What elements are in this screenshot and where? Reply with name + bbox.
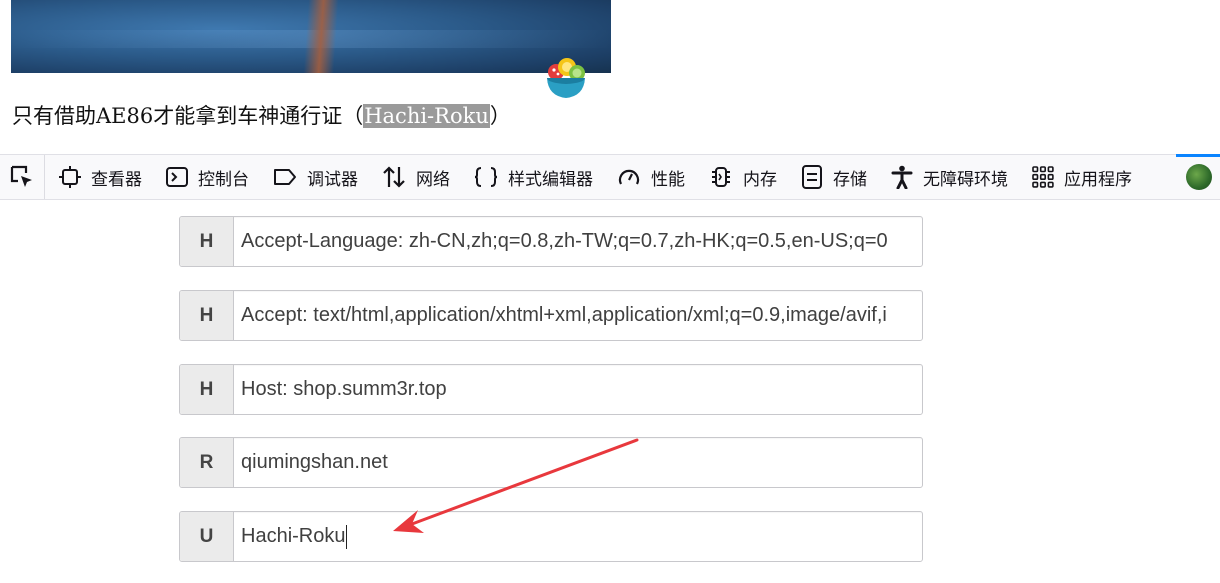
header-value-input[interactable]: Accept-Language: zh-CN,zh;q=0.8,zh-TW;q=… <box>234 217 922 266</box>
header-value-input[interactable]: Host: shop.summ3r.top <box>234 365 922 414</box>
row-type-badge: U <box>180 512 234 561</box>
banner-image <box>11 0 611 73</box>
tab-label: 网络 <box>416 169 450 190</box>
header-value-input[interactable]: Accept: text/html,application/xhtml+xml,… <box>234 291 922 340</box>
row-type-badge: H <box>180 291 234 340</box>
tab-label: 内存 <box>743 169 777 190</box>
tab-debugger[interactable]: 调试器 <box>261 155 370 199</box>
devtools-toolbar: 查看器 控制台 调试器 网络 样式编辑器 性能 内存 存储 无障碍环境 应用程序 <box>0 154 1220 200</box>
extension-icon[interactable] <box>1186 164 1212 190</box>
tab-label: 无障碍环境 <box>923 169 1008 190</box>
banner-streak <box>302 0 340 73</box>
console-icon <box>166 167 188 187</box>
storage-icon <box>802 165 822 189</box>
row-type-badge: H <box>180 365 234 414</box>
header-row: H Accept-Language: zh-CN,zh;q=0.8,zh-TW;… <box>179 216 923 267</box>
user-agent-row: U Hachi-Roku <box>179 511 923 562</box>
application-icon <box>1032 166 1054 188</box>
user-agent-value-input[interactable]: Hachi-Roku <box>234 512 922 561</box>
element-picker-button[interactable] <box>0 155 45 199</box>
tab-label: 查看器 <box>91 169 142 190</box>
style-editor-icon <box>474 167 498 187</box>
element-picker-icon <box>10 165 32 187</box>
tab-label: 存储 <box>833 169 867 190</box>
user-agent-text: Hachi-Roku <box>241 525 346 547</box>
page-caption: 只有借助AE86才能拿到车神通行证（Hachi-Roku） <box>12 100 511 132</box>
tab-inspector[interactable]: 查看器 <box>45 155 154 199</box>
tab-memory[interactable]: 内存 <box>697 155 789 199</box>
network-icon <box>383 166 405 188</box>
tab-style-editor[interactable]: 样式编辑器 <box>462 155 605 199</box>
fruit-bowl-icon <box>547 58 585 98</box>
referer-row: R qiumingshan.net <box>179 437 923 488</box>
tab-label: 控制台 <box>198 169 249 190</box>
memory-icon <box>712 167 730 187</box>
tab-performance[interactable]: 性能 <box>605 155 697 199</box>
row-type-badge: R <box>180 438 234 487</box>
tab-storage[interactable]: 存储 <box>789 155 879 199</box>
tab-label: 样式编辑器 <box>508 169 593 190</box>
text-caret <box>346 524 348 549</box>
row-type-badge: H <box>180 217 234 266</box>
header-row: H Accept: text/html,application/xhtml+xm… <box>179 290 923 341</box>
tab-accessibility[interactable]: 无障碍环境 <box>879 155 1020 199</box>
tab-label: 性能 <box>651 169 685 190</box>
accessibility-icon <box>891 165 913 189</box>
tab-application[interactable]: 应用程序 <box>1020 155 1144 199</box>
active-tab-indicator <box>1176 154 1220 157</box>
debugger-icon <box>274 169 296 185</box>
performance-icon <box>618 169 640 185</box>
inspector-icon <box>59 166 81 188</box>
tab-network[interactable]: 网络 <box>370 155 462 199</box>
tab-console[interactable]: 控制台 <box>154 155 261 199</box>
tab-label: 调试器 <box>307 169 358 190</box>
referer-value-input[interactable]: qiumingshan.net <box>234 438 922 487</box>
caption-text: 只有借助AE86才能拿到车神通行证（ <box>12 104 364 128</box>
caption-suffix: ） <box>489 104 511 128</box>
caption-highlight: Hachi-Roku <box>363 104 490 128</box>
tab-label: 应用程序 <box>1064 169 1132 190</box>
header-row: H Host: shop.summ3r.top <box>179 364 923 415</box>
